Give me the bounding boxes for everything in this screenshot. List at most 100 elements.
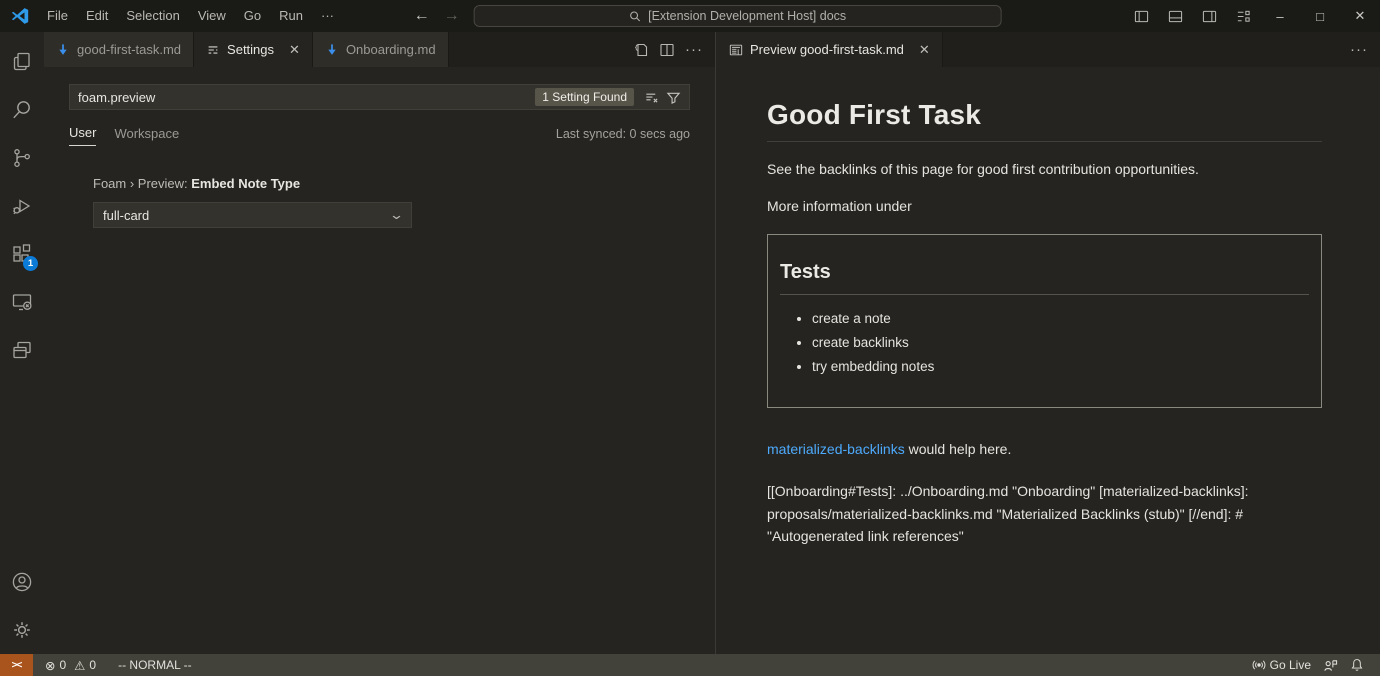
- setting-embed-note-type: Foam › Preview: Embed Note Type full-car…: [69, 176, 690, 228]
- link-paragraph: materialized-backlinks would help here.: [767, 439, 1322, 459]
- setting-name: Embed Note Type: [191, 176, 300, 191]
- menu-view[interactable]: View: [189, 0, 235, 32]
- command-center-text: [Extension Development Host] docs: [648, 9, 846, 23]
- tab-label: Onboarding.md: [346, 42, 436, 57]
- tab-label: Settings: [227, 42, 274, 57]
- warning-icon: ⚠: [74, 658, 85, 673]
- explorer-icon[interactable]: [0, 38, 44, 86]
- link-references-paragraph: [[Onboarding#Tests]: ../Onboarding.md "O…: [767, 480, 1322, 548]
- settings-count-badge: 1 Setting Found: [535, 88, 634, 106]
- window-close-icon[interactable]: ✕: [1340, 0, 1380, 32]
- select-value: full-card: [103, 208, 149, 223]
- status-bar: >< ⊗ 0 ⚠ 0 -- NORMAL -- Go Live: [0, 654, 1380, 676]
- list-item: try embedding notes: [812, 359, 1309, 374]
- customize-layout-icon[interactable]: [1226, 0, 1260, 32]
- menu-selection[interactable]: Selection: [117, 0, 188, 32]
- activity-bar: 1: [0, 32, 44, 654]
- window-minimize-icon[interactable]: –: [1260, 0, 1300, 32]
- manage-gear-icon[interactable]: [0, 606, 44, 654]
- menu-go[interactable]: Go: [235, 0, 270, 32]
- warning-count: 0: [89, 658, 96, 672]
- embed-note-type-select[interactable]: full-card ⌄: [93, 202, 412, 228]
- embed-title: Tests: [780, 261, 1309, 295]
- tab-preview-good-first-task[interactable]: Preview good-first-task.md ✕: [717, 32, 943, 67]
- settings-tune-icon: [206, 43, 220, 57]
- window-maximize-icon[interactable]: □: [1300, 0, 1340, 32]
- remote-explorer-icon[interactable]: [0, 278, 44, 326]
- error-icon: ⊗: [45, 658, 55, 673]
- tab-label: Preview good-first-task.md: [750, 42, 904, 57]
- setting-title: Foam › Preview: Embed Note Type: [93, 176, 690, 191]
- toggle-secondary-sidebar-icon[interactable]: [1192, 0, 1226, 32]
- settings-search-input[interactable]: [78, 90, 535, 105]
- embed-bullet-list: create a note create backlinks try embed…: [780, 311, 1309, 374]
- filter-settings-icon[interactable]: [662, 86, 684, 108]
- search-view-icon[interactable]: [0, 86, 44, 134]
- list-item: create a note: [812, 311, 1309, 326]
- tab-good-first-task[interactable]: good-first-task.md: [44, 32, 194, 67]
- embedded-note-card: Tests create a note create backlinks try…: [767, 234, 1322, 408]
- accounts-icon[interactable]: [0, 558, 44, 606]
- source-control-icon[interactable]: [0, 134, 44, 182]
- tab-label: good-first-task.md: [77, 42, 181, 57]
- markdown-down-icon: [56, 43, 70, 57]
- tabstrip-right: Preview good-first-task.md ✕ ···: [717, 32, 1380, 67]
- clear-settings-search-icon[interactable]: [640, 86, 662, 108]
- link-suffix-text: would help here.: [905, 441, 1012, 457]
- settings-editor: 1 Setting Found User Workspace Last sync…: [44, 67, 715, 228]
- tab-onboarding[interactable]: Onboarding.md: [313, 32, 449, 67]
- command-center-search[interactable]: [Extension Development Host] docs: [474, 5, 1002, 27]
- menu-file[interactable]: File: [38, 0, 77, 32]
- preview-paragraph: See the backlinks of this page for good …: [767, 159, 1322, 179]
- search-icon: [629, 10, 642, 23]
- split-editor-icon[interactable]: [659, 42, 675, 58]
- toggle-primary-sidebar-icon[interactable]: [1124, 0, 1158, 32]
- go-live-button[interactable]: Go Live: [1246, 654, 1317, 676]
- go-live-label: Go Live: [1270, 658, 1311, 672]
- scope-user[interactable]: User: [69, 125, 96, 146]
- extensions-badge: 1: [23, 256, 38, 271]
- preview-icon: [729, 43, 743, 57]
- broadcast-icon: [1252, 658, 1266, 672]
- tabstrip-left: good-first-task.md Settings ✕ Onboarding…: [44, 32, 715, 67]
- problems-indicator[interactable]: ⊗ 0 ⚠ 0: [39, 654, 102, 676]
- windows-view-icon[interactable]: [0, 326, 44, 374]
- editor-group-left: good-first-task.md Settings ✕ Onboarding…: [44, 32, 716, 654]
- markdown-preview: Good First Task See the backlinks of thi…: [717, 67, 1380, 548]
- editor-group-right: Preview good-first-task.md ✕ ··· Good Fi…: [717, 32, 1380, 654]
- vscode-logo-icon: [10, 6, 30, 26]
- tab-close-icon[interactable]: ✕: [289, 42, 300, 58]
- scope-workspace[interactable]: Workspace: [114, 126, 179, 146]
- run-debug-icon[interactable]: [0, 182, 44, 230]
- menu-overflow[interactable]: ···: [312, 0, 343, 32]
- markdown-down-icon: [325, 43, 339, 57]
- chevron-down-icon: ⌄: [389, 207, 404, 223]
- settings-search-box: 1 Setting Found: [69, 84, 690, 110]
- preview-paragraph: More information under: [767, 196, 1322, 216]
- setting-category: Foam › Preview:: [93, 176, 191, 191]
- extensions-icon[interactable]: 1: [0, 230, 44, 278]
- materialized-backlinks-link[interactable]: materialized-backlinks: [767, 441, 905, 457]
- tab-settings[interactable]: Settings ✕: [194, 32, 313, 67]
- error-count: 0: [59, 658, 66, 672]
- last-synced-label: Last synced: 0 secs ago: [556, 127, 690, 146]
- more-actions-icon[interactable]: ···: [1350, 41, 1368, 58]
- menu-edit[interactable]: Edit: [77, 0, 117, 32]
- nav-back-icon[interactable]: ←: [414, 7, 430, 25]
- titlebar: File Edit Selection View Go Run ··· ← → …: [0, 0, 1380, 32]
- feedback-icon: [1323, 658, 1338, 673]
- settings-scope-tabs: User Workspace Last synced: 0 secs ago: [69, 122, 690, 146]
- remote-indicator[interactable]: ><: [0, 654, 33, 676]
- vim-mode-indicator[interactable]: -- NORMAL --: [112, 654, 198, 676]
- more-actions-icon[interactable]: ···: [685, 41, 703, 58]
- open-settings-json-icon[interactable]: [633, 42, 649, 58]
- tab-close-icon[interactable]: ✕: [919, 42, 930, 58]
- nav-forward-icon: →: [444, 7, 460, 25]
- list-item: create backlinks: [812, 335, 1309, 350]
- menubar: File Edit Selection View Go Run ···: [38, 0, 343, 32]
- menu-run[interactable]: Run: [270, 0, 312, 32]
- notifications-bell-icon[interactable]: [1344, 654, 1370, 676]
- toggle-panel-icon[interactable]: [1158, 0, 1192, 32]
- preview-title: Good First Task: [767, 99, 1322, 142]
- feedback-button[interactable]: [1317, 654, 1344, 676]
